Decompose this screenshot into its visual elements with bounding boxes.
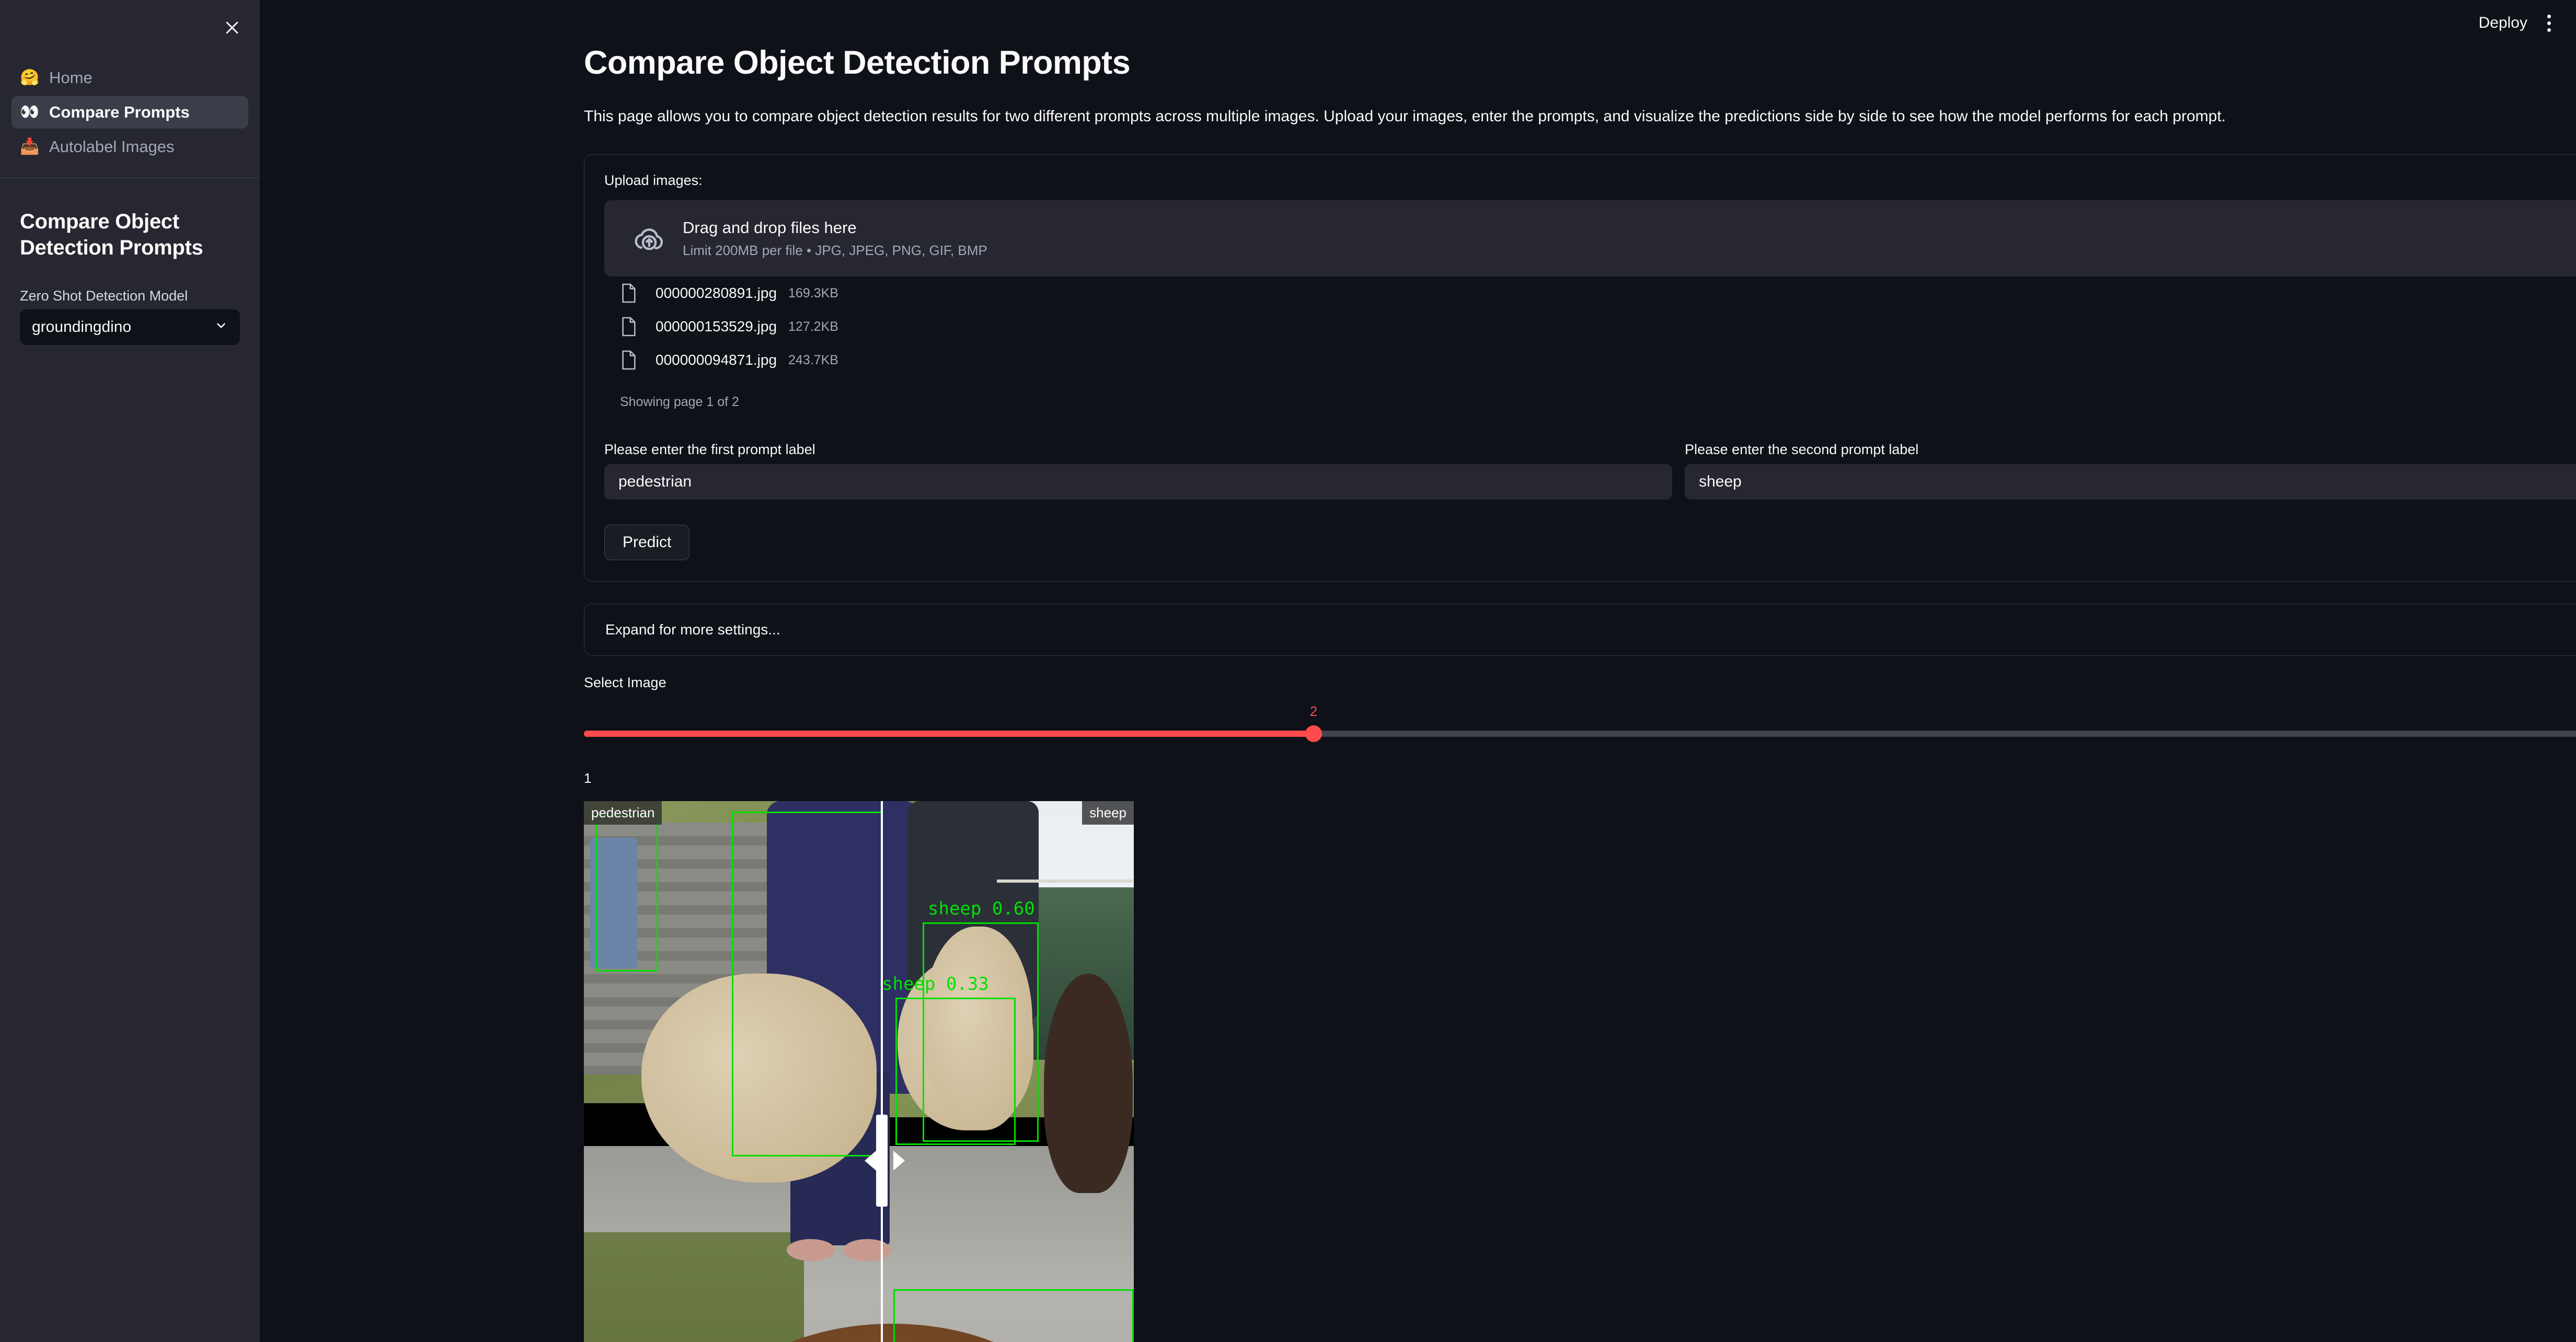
main-content: Deploy Compare Object Detection Prompts … <box>260 0 2576 1342</box>
triangle-left-icon[interactable] <box>865 1150 876 1171</box>
detection-label: sheep 0.60 <box>928 898 1035 919</box>
upload-card: Upload images: Drag and drop files here … <box>584 154 2576 582</box>
triangle-right-icon[interactable] <box>893 1150 905 1171</box>
first-prompt-label: Please enter the first prompt label <box>604 442 815 457</box>
inbox-tray-emoji-icon: 📥 <box>20 138 40 155</box>
sidebar: 🤗 Home 👀 Compare Prompts 📥 Autolabel Ima… <box>0 0 260 1342</box>
file-size: 169.3KB <box>788 285 838 300</box>
dropzone[interactable]: Drag and drop files here Limit 200MB per… <box>604 200 2576 276</box>
second-prompt-input[interactable]: sheep <box>1685 464 2576 500</box>
second-prompt-group: Please enter the second prompt label she… <box>1685 442 2576 500</box>
model-field-label: Zero Shot Detection Model <box>20 288 188 304</box>
sidebar-item-home[interactable]: 🤗 Home <box>12 62 248 94</box>
model-select[interactable]: groundingdino <box>20 309 240 345</box>
sidebar-close-button[interactable] <box>216 11 248 44</box>
slider-min-label: 1 <box>584 770 592 786</box>
file-icon <box>620 283 648 304</box>
sidebar-item-autolabel-images[interactable]: 📥 Autolabel Images <box>12 131 248 163</box>
comparison-divider-handle[interactable] <box>876 1114 888 1207</box>
kebab-menu-icon[interactable] <box>2543 10 2555 36</box>
eyes-emoji-icon: 👀 <box>20 103 40 121</box>
first-prompt-input[interactable]: pedestrian <box>604 464 1672 500</box>
hugging-face-emoji-icon: 🤗 <box>20 69 40 86</box>
top-bar: Deploy <box>2479 0 2576 46</box>
detection-box <box>895 998 1016 1145</box>
image-slider[interactable]: 2 <box>584 703 2576 767</box>
upload-label: Upload images: <box>604 172 703 188</box>
slider-thumb[interactable] <box>1305 725 1322 742</box>
slider-range-labels: 1 4 <box>584 770 2576 786</box>
file-list-item: 000000153529.jpg 127.2KB <box>604 310 2576 343</box>
second-prompt-label: Please enter the second prompt label <box>1685 442 1919 457</box>
comparison-right-panel: sheep 0.60 sheep 0.33 sheep <box>882 801 1134 1342</box>
model-select-value: groundingdino <box>32 318 132 336</box>
image-comparison-viewer[interactable]: pedestrian sheep 0.60 sheep 0.33 sheep <box>584 801 1134 1342</box>
detection-box <box>732 812 882 1156</box>
dropzone-subtitle: Limit 200MB per file • JPG, JPEG, PNG, G… <box>683 242 987 258</box>
comparison-divider-line <box>881 801 883 1342</box>
comparison-left-panel: pedestrian <box>584 801 882 1342</box>
slider-value: 2 <box>1309 703 1318 719</box>
sidebar-item-label: Home <box>49 68 93 87</box>
cloud-upload-icon <box>625 221 673 256</box>
file-size: 127.2KB <box>788 319 838 334</box>
pager-status: Showing page 1 of 2 <box>620 394 739 409</box>
right-prediction-image: sheep 0.60 sheep 0.33 <box>882 801 1134 1342</box>
file-icon <box>620 316 648 337</box>
detection-box <box>893 1289 1134 1342</box>
page-title: Compare Object Detection Prompts <box>584 44 1131 81</box>
left-prediction-image <box>584 801 882 1342</box>
deploy-button[interactable]: Deploy <box>2479 14 2527 32</box>
file-list-item: 000000280891.jpg 169.3KB <box>604 276 2576 310</box>
file-size: 243.7KB <box>788 352 838 367</box>
slider-fill <box>584 731 1314 737</box>
page-description: This page allows you to compare object d… <box>584 108 2226 125</box>
first-prompt-group: Please enter the first prompt label pede… <box>604 442 1672 500</box>
chevron-down-icon <box>214 319 228 336</box>
right-prompt-tag: sheep <box>1082 801 1134 825</box>
app-root: 🤗 Home 👀 Compare Prompts 📥 Autolabel Ima… <box>0 0 2576 1342</box>
settings-expander-label: Expand for more settings... <box>605 621 780 638</box>
file-pager: Showing page 1 of 2 <box>604 377 2576 413</box>
file-list-item: 000000094871.jpg 243.7KB <box>604 343 2576 377</box>
dropzone-title: Drag and drop files here <box>683 218 857 237</box>
settings-expander[interactable]: Expand for more settings... <box>584 604 2576 656</box>
prompt-inputs-row: Please enter the first prompt label pede… <box>604 442 2576 500</box>
image-slider-label: Select Image <box>584 675 666 690</box>
detection-label: sheep 0.33 <box>882 974 989 994</box>
sidebar-panel-title: Compare Object Detection Prompts <box>20 210 203 259</box>
file-name: 000000094871.jpg <box>656 352 777 368</box>
left-prompt-tag: pedestrian <box>584 801 662 825</box>
sidebar-item-compare-prompts[interactable]: 👀 Compare Prompts <box>12 96 248 129</box>
close-icon <box>226 21 238 34</box>
sidebar-item-label: Compare Prompts <box>49 103 190 121</box>
page-content: Compare Object Detection Prompts This pa… <box>260 0 2576 1342</box>
detection-box <box>595 815 658 971</box>
file-name: 000000153529.jpg <box>656 318 777 334</box>
predict-button[interactable]: Predict <box>604 525 690 560</box>
file-name: 000000280891.jpg <box>656 285 777 301</box>
file-icon <box>620 350 648 371</box>
sidebar-item-label: Autolabel Images <box>49 137 175 156</box>
sidebar-panel: Compare Object Detection Prompts Zero Sh… <box>0 178 260 345</box>
